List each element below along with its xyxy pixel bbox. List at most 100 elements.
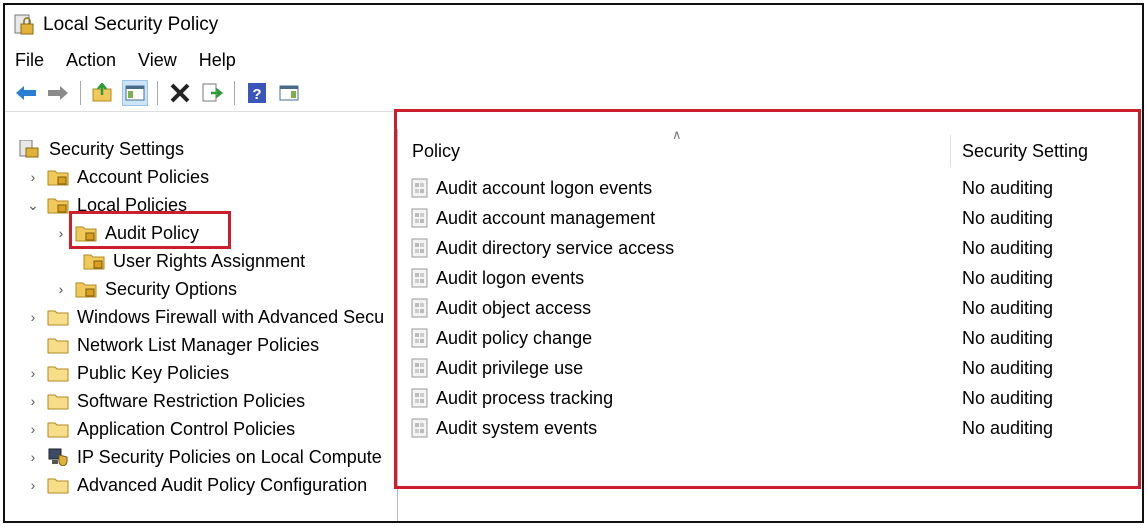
menu-view[interactable]: View xyxy=(138,50,177,71)
chevron-right-icon[interactable]: › xyxy=(25,421,41,437)
security-setting-value: No auditing xyxy=(962,267,1054,288)
table-row[interactable]: Audit system events No auditing xyxy=(410,414,1053,442)
chevron-right-icon[interactable]: › xyxy=(25,365,41,381)
folder-up-icon xyxy=(92,83,112,102)
tree-item-user-rights-assignment[interactable]: User Rights Assignment xyxy=(83,247,305,275)
security-setting-value: No auditing xyxy=(962,297,1054,318)
tree-item-security-settings[interactable]: Security Settings xyxy=(19,135,184,163)
policy-name: Audit object access xyxy=(436,297,592,318)
export-list-button[interactable] xyxy=(199,80,225,106)
delete-button[interactable] xyxy=(167,80,193,106)
tree-label: Application Control Policies xyxy=(77,418,296,439)
tree-item-account-policies[interactable]: › Account Policies xyxy=(25,163,209,191)
main-content: Security Settings › Account Policies ⌄ L… xyxy=(5,109,1142,521)
security-setting-value: No auditing xyxy=(962,207,1054,228)
policy-name: Audit process tracking xyxy=(436,387,614,408)
security-setting-value: No auditing xyxy=(962,417,1054,438)
toolbar-separator xyxy=(157,81,158,105)
table-row[interactable]: Audit logon events No auditing xyxy=(410,264,1053,292)
up-one-level-button[interactable] xyxy=(90,80,116,106)
tree-label: Account Policies xyxy=(77,166,210,187)
locked-folder-icon xyxy=(83,254,105,270)
tree-item-ip-security[interactable]: › IP Security Policies on Local Compute xyxy=(25,443,382,471)
chevron-right-icon[interactable]: › xyxy=(25,477,41,493)
security-settings-icon xyxy=(19,140,39,158)
security-setting-value: No auditing xyxy=(962,237,1054,258)
policy-name: Audit account management xyxy=(436,207,656,228)
back-arrow-icon xyxy=(16,86,36,100)
folder-icon xyxy=(47,478,69,494)
console-tree: Security Settings › Account Policies ⌄ L… xyxy=(5,129,398,521)
locked-folder-icon xyxy=(47,198,69,214)
back-button[interactable] xyxy=(13,80,39,106)
security-setting-value: No auditing xyxy=(962,327,1054,348)
tree-label: User Rights Assignment xyxy=(113,250,306,271)
console-tree-icon xyxy=(125,85,145,101)
security-setting-value: No auditing xyxy=(962,357,1054,378)
tree-item-advanced-audit[interactable]: › Advanced Audit Policy Configuration xyxy=(25,471,368,499)
menu-action[interactable]: Action xyxy=(66,50,116,71)
locked-folder-icon xyxy=(75,282,97,298)
tree-item-application-control[interactable]: › Application Control Policies xyxy=(25,415,295,443)
menu-help[interactable]: Help xyxy=(199,50,236,71)
policy-list-pane: ∧ Policy Security Setting Audit account … xyxy=(394,109,1142,521)
tree-item-security-options[interactable]: › Security Options xyxy=(53,275,237,303)
audit-policy-highlight-box xyxy=(69,211,231,249)
show-hide-action-pane-button[interactable] xyxy=(276,80,302,106)
tree-item-network-list-manager[interactable]: Network List Manager Policies xyxy=(47,331,319,359)
chevron-right-icon[interactable]: › xyxy=(25,393,41,409)
chevron-right-icon[interactable]: › xyxy=(53,281,69,297)
policy-name: Audit account logon events xyxy=(436,177,653,198)
tree-label: IP Security Policies on Local Compute xyxy=(77,446,382,467)
folder-icon xyxy=(47,310,69,326)
policy-icon xyxy=(411,358,428,378)
tree-label: Network List Manager Policies xyxy=(77,334,320,355)
tree-label: Software Restriction Policies xyxy=(77,390,306,411)
policy-icon xyxy=(411,238,428,258)
chevron-right-icon[interactable]: › xyxy=(25,309,41,325)
column-header-security-setting[interactable]: Security Setting xyxy=(962,141,1088,162)
policy-icon xyxy=(411,268,428,288)
help-button[interactable]: ? xyxy=(244,80,270,106)
action-pane-icon xyxy=(279,85,299,101)
delete-x-icon xyxy=(170,83,190,103)
window-title: Local Security Policy xyxy=(43,14,219,35)
chevron-right-icon[interactable]: › xyxy=(53,225,69,241)
app-window: Local Security Policy File Action View H… xyxy=(3,3,1144,523)
policy-icon xyxy=(411,388,428,408)
table-row[interactable]: Audit account management No auditing xyxy=(410,204,1053,232)
policy-icon xyxy=(411,178,428,198)
policy-name: Audit policy change xyxy=(436,327,593,348)
svg-text:?: ? xyxy=(252,86,261,103)
toolbar-separator xyxy=(234,81,235,105)
forward-button[interactable] xyxy=(45,80,71,106)
policy-name: Audit logon events xyxy=(436,267,585,288)
computer-shield-icon xyxy=(48,448,68,466)
chevron-right-icon[interactable]: › xyxy=(25,449,41,465)
table-row[interactable]: Audit directory service access No auditin… xyxy=(410,234,1053,262)
column-divider[interactable] xyxy=(950,135,951,167)
folder-icon xyxy=(47,394,69,410)
policy-icon xyxy=(411,418,428,438)
table-row[interactable]: Audit process tracking No auditing xyxy=(410,384,1053,412)
table-row[interactable]: Audit object access No auditing xyxy=(410,294,1053,322)
folder-icon xyxy=(47,422,69,438)
tree-label: Security Settings xyxy=(49,138,185,159)
list-header: ∧ Policy Security Setting xyxy=(398,127,1142,167)
export-list-icon xyxy=(202,83,223,102)
menu-file[interactable]: File xyxy=(15,50,44,71)
chevron-right-icon[interactable]: › xyxy=(25,169,41,185)
policy-icon xyxy=(411,298,428,318)
show-hide-console-tree-button[interactable] xyxy=(122,80,148,106)
sort-ascending-icon: ∧ xyxy=(672,127,682,142)
column-header-policy[interactable]: Policy xyxy=(412,141,460,162)
tree-label: Security Options xyxy=(105,278,238,299)
chevron-down-icon[interactable]: ⌄ xyxy=(25,197,41,214)
locked-folder-icon xyxy=(47,170,69,186)
tree-item-windows-firewall[interactable]: › Windows Firewall with Advanced Secu xyxy=(25,303,384,331)
table-row[interactable]: Audit privilege use No auditing xyxy=(410,354,1053,382)
tree-item-public-key-policies[interactable]: › Public Key Policies xyxy=(25,359,229,387)
table-row[interactable]: Audit policy change No auditing xyxy=(410,324,1053,352)
table-row[interactable]: Audit account logon events No auditing xyxy=(410,174,1053,202)
tree-item-software-restriction[interactable]: › Software Restriction Policies xyxy=(25,387,305,415)
